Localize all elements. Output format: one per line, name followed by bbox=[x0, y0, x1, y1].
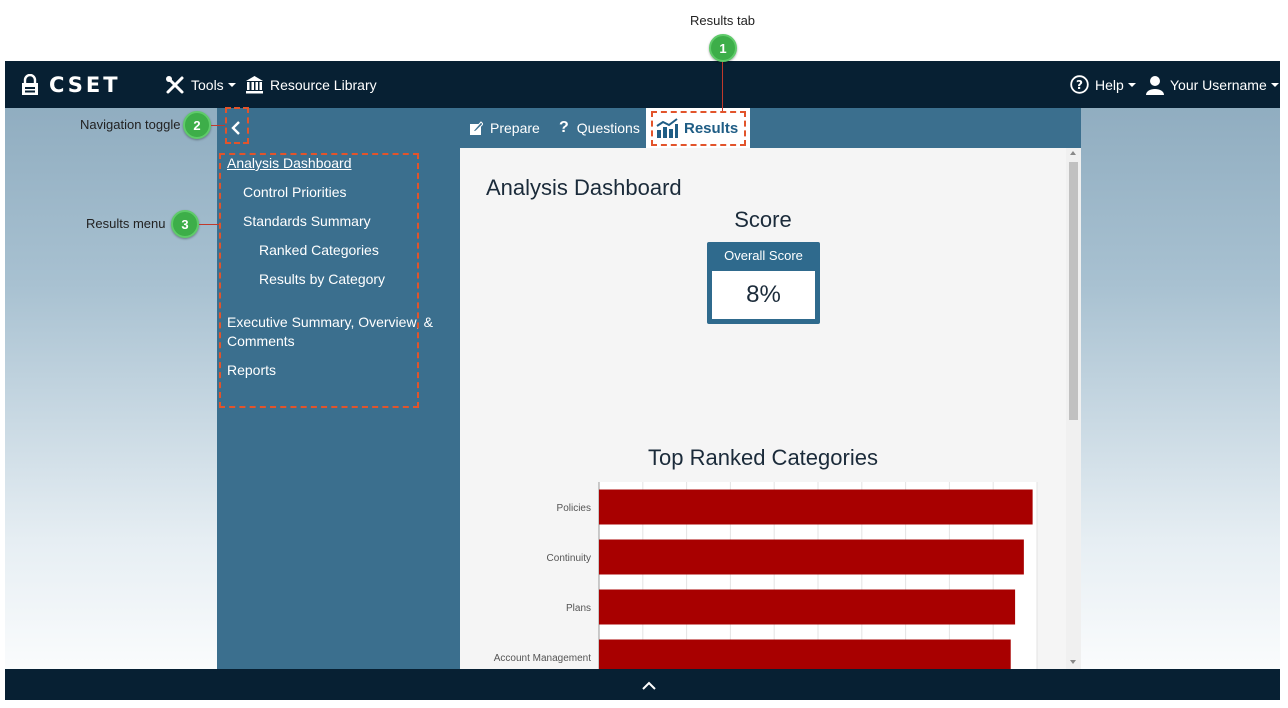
page-title: Analysis Dashboard bbox=[486, 175, 682, 200]
callout-badge-1: 1 bbox=[709, 34, 737, 62]
chart-title: Top Ranked Categories bbox=[648, 445, 878, 470]
navigation-toggle-callout-label: Navigation toggle bbox=[80, 117, 181, 132]
chart-bar bbox=[599, 639, 1011, 669]
chart-bar bbox=[599, 539, 1024, 575]
expand-footer-button[interactable] bbox=[637, 675, 661, 695]
callout-badge-3: 3 bbox=[171, 210, 199, 238]
cset-logo[interactable]: CSET bbox=[21, 61, 121, 108]
navigation-toggle-highlight bbox=[225, 107, 249, 144]
tab-prepare-label: Prepare bbox=[490, 120, 540, 136]
chart-category-label: Plans bbox=[566, 603, 591, 614]
callout-leader-3 bbox=[199, 224, 219, 225]
clipboard-icon bbox=[470, 120, 483, 135]
tools-label: Tools bbox=[191, 76, 224, 93]
logo-wordmark: CSET bbox=[49, 72, 121, 97]
svg-text:?: ? bbox=[1076, 78, 1083, 92]
app-window: CSET Tools Resource Library ? Help Your … bbox=[5, 61, 1280, 700]
results-menu-callout-label: Results menu bbox=[86, 216, 166, 231]
overall-score-card: Overall Score 8% bbox=[707, 242, 820, 324]
callout-leader-2 bbox=[211, 125, 225, 126]
user-label: Your Username bbox=[1170, 76, 1267, 93]
chart-category-label: Account Management bbox=[494, 653, 592, 664]
scrollbar-thumb[interactable] bbox=[1069, 162, 1078, 420]
scroll-down-icon[interactable] bbox=[1070, 660, 1076, 664]
callout-badge-2: 2 bbox=[183, 111, 211, 139]
overall-score-value: 8% bbox=[712, 271, 815, 319]
chevron-down-icon bbox=[1270, 82, 1279, 87]
chevron-up-icon bbox=[642, 681, 656, 690]
library-icon bbox=[246, 76, 263, 94]
scroll-up-icon[interactable] bbox=[1070, 151, 1076, 155]
question-mark-icon: ? bbox=[559, 119, 569, 136]
results-tab-callout-label: Results tab bbox=[690, 13, 756, 28]
callout-leader-1 bbox=[722, 62, 723, 112]
chevron-down-icon bbox=[1127, 82, 1136, 87]
assessment-tabs: Prepare ? Questions Results bbox=[217, 108, 1081, 148]
resource-library-label: Resource Library bbox=[270, 76, 377, 93]
tab-questions-label: Questions bbox=[576, 120, 640, 136]
chart-category-label: Policies bbox=[557, 503, 591, 514]
footer-bar bbox=[5, 669, 1280, 700]
help-label: Help bbox=[1095, 76, 1124, 93]
overall-score-label: Overall Score bbox=[724, 248, 803, 263]
resource-library-link[interactable]: Resource Library bbox=[245, 61, 377, 108]
user-icon bbox=[1146, 75, 1164, 95]
help-menu[interactable]: ? Help bbox=[1070, 61, 1136, 108]
tools-icon bbox=[166, 75, 184, 93]
chart-bar bbox=[599, 489, 1033, 525]
chart-bar bbox=[599, 589, 1016, 625]
score-heading: Score bbox=[734, 207, 792, 232]
chart-category-label: Continuity bbox=[547, 553, 591, 564]
vertical-scrollbar[interactable] bbox=[1066, 148, 1081, 669]
top-ranked-categories-chart: Policies Continuity Plans Account Managemen… bbox=[494, 482, 1038, 669]
top-navbar: CSET Tools Resource Library ? Help Your … bbox=[5, 61, 1280, 108]
user-menu[interactable]: Your Username bbox=[1145, 61, 1279, 108]
results-menu-highlight bbox=[219, 153, 419, 408]
results-tab-highlight bbox=[651, 111, 746, 146]
chevron-down-icon bbox=[227, 82, 236, 87]
tab-questions[interactable]: ? Questions bbox=[559, 108, 640, 148]
main-content: Analysis Dashboard Score Overall Score 8… bbox=[460, 148, 1081, 669]
padlock-icon bbox=[22, 73, 38, 95]
tools-menu[interactable]: Tools bbox=[165, 61, 236, 108]
help-circle-icon: ? bbox=[1070, 75, 1089, 94]
tab-prepare[interactable]: Prepare bbox=[469, 108, 540, 148]
